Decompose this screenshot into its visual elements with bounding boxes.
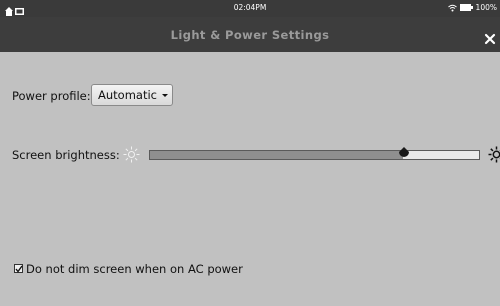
brightness-low-icon bbox=[123, 146, 140, 163]
title-bar: Light & Power Settings bbox=[0, 17, 500, 52]
brightness-high-icon bbox=[488, 146, 500, 163]
status-bar: 02:04PM 100% bbox=[0, 0, 500, 17]
brightness-slider-track[interactable] bbox=[149, 150, 480, 160]
power-profile-label: Power profile: bbox=[12, 89, 91, 103]
page-title: Light & Power Settings bbox=[170, 28, 330, 42]
status-right-icons: 100% bbox=[447, 3, 497, 12]
dim-on-ac-checkbox[interactable] bbox=[14, 264, 23, 273]
chevron-down-icon bbox=[161, 93, 168, 97]
brightness-slider-handle[interactable] bbox=[398, 147, 410, 161]
brightness-slider-fill bbox=[150, 151, 404, 159]
wifi-icon bbox=[447, 4, 457, 11]
screen-brightness-label: Screen brightness: bbox=[12, 148, 120, 162]
power-profile-value: Automatic bbox=[98, 88, 157, 102]
status-time: 02:04PM bbox=[233, 3, 267, 12]
dim-on-ac-label: Do not dim screen when on AC power bbox=[26, 262, 243, 276]
power-profile-dropdown[interactable]: Automatic bbox=[91, 84, 173, 106]
checkmark-icon bbox=[15, 265, 23, 273]
close-button[interactable] bbox=[484, 30, 496, 45]
battery-icon bbox=[459, 4, 473, 11]
battery-percent: 100% bbox=[475, 3, 497, 12]
close-icon bbox=[484, 33, 496, 45]
